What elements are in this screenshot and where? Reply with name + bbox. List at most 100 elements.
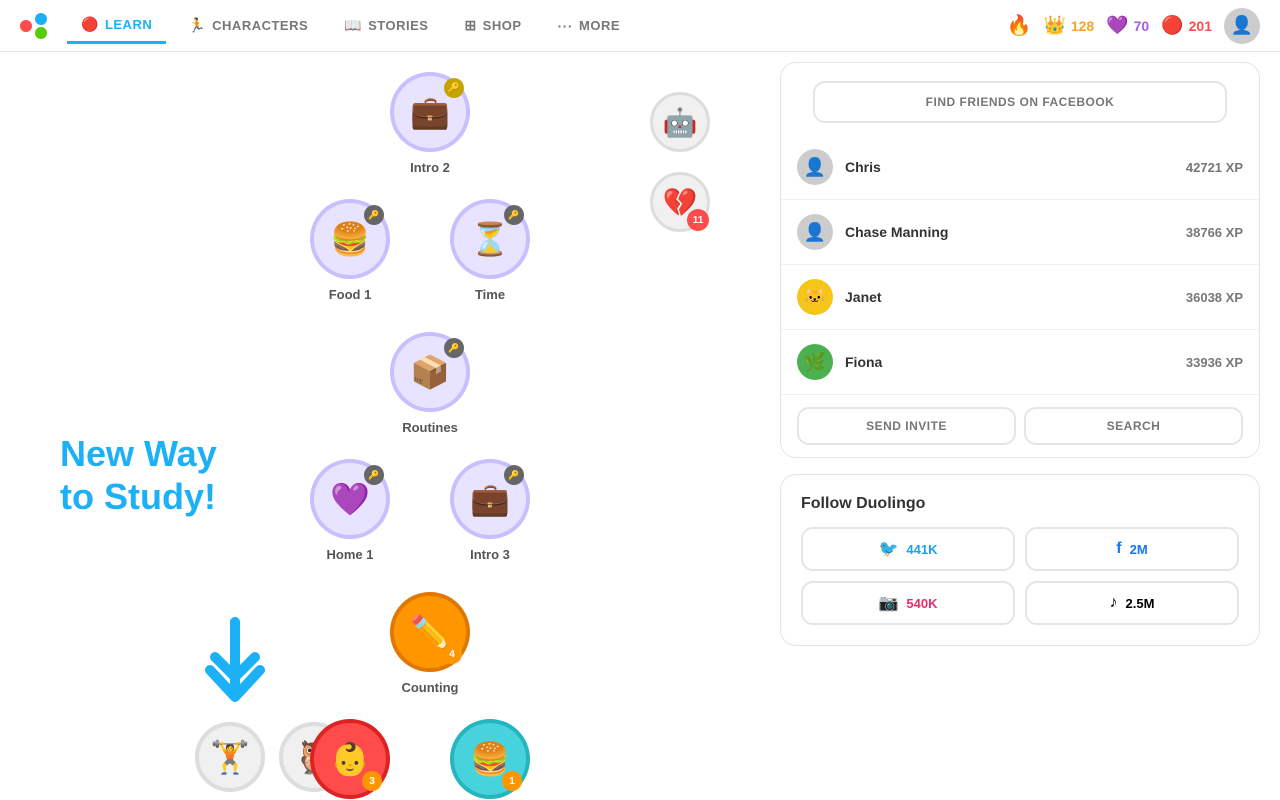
char-badge-count: 11 bbox=[687, 209, 709, 231]
routines-icon: 📦 bbox=[410, 353, 450, 391]
more-icon: ··· bbox=[558, 18, 574, 34]
nav-item-characters[interactable]: 🏃 CHARACTERS bbox=[174, 9, 322, 42]
facebook-count: 2M bbox=[1130, 542, 1148, 557]
lb-xp-chris: 42721 XP bbox=[1186, 160, 1243, 175]
intro2-key-badge: 🔑 bbox=[444, 78, 464, 98]
logo-dot-blue bbox=[35, 13, 47, 25]
lesson-node-intro3[interactable]: 💼 🔑 Intro 3 bbox=[450, 459, 530, 562]
instagram-button[interactable]: 📷 540K bbox=[801, 581, 1015, 625]
char-circle-robot[interactable]: 🤖 bbox=[650, 92, 710, 152]
lb-row-chase: 👤 Chase Manning 38766 XP bbox=[781, 200, 1259, 265]
lesson-node-home1[interactable]: 💜 🔑 Home 1 bbox=[310, 459, 390, 562]
characters-icon: 🏃 bbox=[188, 17, 206, 34]
lesson-node-family1[interactable]: 👶 3 Family 1 bbox=[310, 719, 390, 800]
user-avatar[interactable]: 👤 bbox=[1224, 8, 1260, 44]
down-arrow-icon bbox=[195, 602, 315, 722]
leaderboard-card: FIND FRIENDS ON FACEBOOK 👤 Chris 42721 X… bbox=[780, 62, 1260, 458]
twitter-count: 441K bbox=[906, 542, 937, 557]
robot-icon: 🤖 bbox=[663, 106, 698, 139]
nav-item-more[interactable]: ··· MORE bbox=[544, 10, 635, 42]
gems-stat[interactable]: 👑 128 bbox=[1043, 15, 1094, 36]
left-panel: New Way to Study! 🏋️ 🦉 bbox=[0, 52, 760, 800]
lesson-node-food1[interactable]: 🍔 🔑 Food 1 bbox=[310, 199, 390, 302]
arrow-container bbox=[195, 602, 315, 727]
find-friends-button[interactable]: FIND FRIENDS ON FACEBOOK bbox=[813, 81, 1227, 123]
nav-item-stories[interactable]: 📖 STORIES bbox=[330, 9, 442, 42]
shop-icon: ⊞ bbox=[464, 17, 476, 34]
counting-badge: 4 bbox=[442, 644, 462, 664]
xp-value: 201 bbox=[1189, 18, 1212, 34]
lb-avatar-chase: 👤 bbox=[797, 214, 833, 250]
lb-avatar-chris: 👤 bbox=[797, 149, 833, 185]
tiktok-button[interactable]: ♪ 2.5M bbox=[1025, 581, 1239, 625]
counting-label: Counting bbox=[401, 680, 458, 695]
fire-icon: 🔥 bbox=[1007, 13, 1032, 38]
lb-row-fiona: 🌿 Fiona 33936 XP bbox=[781, 330, 1259, 395]
food-time-row: 🍔 🔑 Food 1 ⏳ 🔑 Time bbox=[120, 199, 720, 302]
send-invite-button[interactable]: SEND INVITE bbox=[797, 407, 1016, 445]
time-label: Time bbox=[475, 287, 505, 302]
find-friends-row: FIND FRIENDS ON FACEBOOK bbox=[781, 63, 1259, 135]
lesson-node-time[interactable]: ⏳ 🔑 Time bbox=[450, 199, 530, 302]
food1-icon: 🍔 bbox=[330, 220, 370, 258]
xp-icon: 🔴 bbox=[1161, 15, 1183, 36]
search-button[interactable]: SEARCH bbox=[1024, 407, 1243, 445]
nav-logo bbox=[20, 13, 47, 39]
char-circle-heart[interactable]: 💔 11 bbox=[650, 172, 710, 232]
gems-value: 128 bbox=[1071, 18, 1094, 34]
intro2-icon: 💼 bbox=[410, 93, 450, 131]
nav-characters-label: CHARACTERS bbox=[212, 18, 308, 33]
promo-text: New Way to Study! bbox=[60, 432, 217, 518]
home1-label: Home 1 bbox=[327, 547, 374, 562]
logo-dot-red bbox=[20, 20, 32, 32]
time-icon: ⏳ bbox=[470, 220, 510, 258]
intro2-label: Intro 2 bbox=[410, 160, 450, 175]
lb-xp-chase: 38766 XP bbox=[1186, 225, 1243, 240]
twitter-button[interactable]: 🐦 441K bbox=[801, 527, 1015, 571]
tiktok-count: 2.5M bbox=[1126, 596, 1155, 611]
follow-title: Follow Duolingo bbox=[801, 495, 1239, 513]
char-bubble-1[interactable]: 🤖 bbox=[650, 92, 710, 152]
promo-line1: New Way bbox=[60, 432, 217, 475]
nav-learn-label: LEARN bbox=[105, 17, 152, 32]
counting-icon: ✏️ bbox=[410, 613, 450, 651]
twitter-icon: 🐦 bbox=[879, 539, 899, 559]
lesson-node-routines[interactable]: 📦 🔑 Routines bbox=[390, 332, 470, 435]
nav-item-learn[interactable]: 🔴 LEARN bbox=[67, 8, 166, 44]
nav-item-shop[interactable]: ⊞ SHOP bbox=[450, 9, 535, 42]
family1-icon: 👶 bbox=[330, 740, 370, 778]
routines-badge: 🔑 bbox=[444, 338, 464, 358]
follow-card: Follow Duolingo 🐦 441K f 2M 📷 540K ♪ 2.5… bbox=[780, 474, 1260, 646]
food1-label: Food 1 bbox=[329, 287, 372, 302]
char-bubble-2[interactable]: 💔 11 bbox=[650, 172, 710, 232]
family1-badge: 3 bbox=[362, 771, 382, 791]
lb-avatar-fiona: 🌿 bbox=[797, 344, 833, 380]
xp-stat[interactable]: 🔴 201 bbox=[1161, 15, 1212, 36]
lesson-node-intro2[interactable]: 💼 🔑 Intro 2 bbox=[390, 72, 470, 175]
restaur1-badge: 1 bbox=[502, 771, 522, 791]
lesson-node-counting[interactable]: ✏️ 4 Counting bbox=[390, 592, 470, 695]
lesson-node-restaur1[interactable]: 🍔 1 Restaur. 1 bbox=[450, 719, 530, 800]
promo-line2: to Study! bbox=[60, 475, 217, 518]
hearts-stat[interactable]: 💜 70 bbox=[1106, 15, 1149, 36]
main-content: New Way to Study! 🏋️ 🦉 bbox=[0, 0, 1280, 800]
restaur1-icon: 🍔 bbox=[470, 740, 510, 778]
lb-name-janet: Janet bbox=[845, 289, 1174, 305]
lb-avatar-janet: 🐱 bbox=[797, 279, 833, 315]
home1-badge: 🔑 bbox=[364, 465, 384, 485]
routines-label: Routines bbox=[402, 420, 458, 435]
heart-icon: 💜 bbox=[1106, 15, 1128, 36]
lb-row-chris: 👤 Chris 42721 XP bbox=[781, 135, 1259, 200]
lesson-node-workout[interactable]: 🏋️ bbox=[195, 722, 265, 792]
instagram-icon: 📷 bbox=[879, 593, 899, 613]
lb-xp-janet: 36038 XP bbox=[1186, 290, 1243, 305]
nav-right: 🔥 👑 128 💜 70 🔴 201 👤 bbox=[1007, 8, 1260, 44]
streak-stat[interactable]: 🔥 bbox=[1007, 13, 1032, 38]
home1-icon: 💜 bbox=[330, 480, 370, 518]
nav-stories-label: STORIES bbox=[368, 18, 428, 33]
lb-name-chase: Chase Manning bbox=[845, 224, 1174, 240]
lb-name-fiona: Fiona bbox=[845, 354, 1174, 370]
routines-row: 📦 🔑 Routines bbox=[140, 332, 720, 435]
facebook-button[interactable]: f 2M bbox=[1025, 527, 1239, 571]
lb-actions: SEND INVITE SEARCH bbox=[781, 395, 1259, 457]
